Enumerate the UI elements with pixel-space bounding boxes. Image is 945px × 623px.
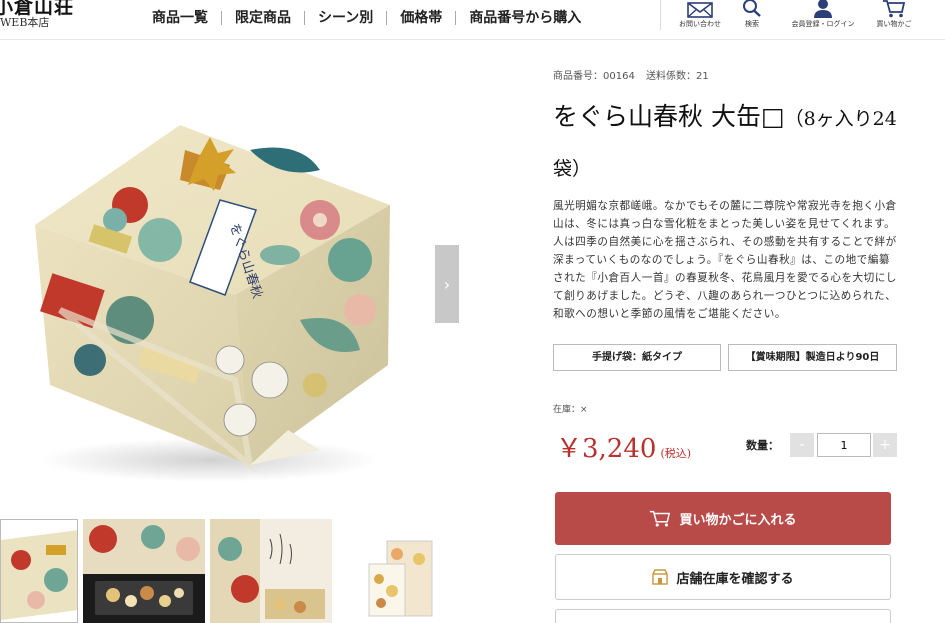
contact-button[interactable]: お問い合わせ (674, 0, 726, 29)
search-button[interactable]: 検索 (726, 0, 778, 29)
thumbnail-strip (0, 519, 464, 623)
thumbnail-4[interactable] (337, 519, 459, 623)
product-main-image[interactable]: をぐら山春秋 (20, 110, 420, 500)
login-button[interactable]: 会員登録・ログイン (778, 0, 868, 29)
chevron-right-icon: › (443, 274, 451, 294)
nav-item-limited[interactable]: 限定商品 (222, 9, 304, 27)
shipping-factor: 送料係数：21 (646, 71, 709, 82)
secondary-action-button[interactable] (555, 609, 891, 623)
product-title-main: をぐら山春秋 大缶□ (553, 102, 785, 131)
check-store-stock-label: 店舗在庫を確認する (676, 571, 794, 587)
price: ￥3,240 (税込) (556, 428, 691, 465)
product-description: 風光明媚な京都嵯峨。なかでもその麓に二尊院や常寂光寺を抱く小倉山は、冬には真っ白… (553, 200, 897, 320)
header-icons: お問い合わせ 検索 会員登録・ログイン 買い物かご (674, 0, 920, 29)
thumbnail-2[interactable] (83, 519, 205, 623)
image-next-button[interactable]: › (435, 245, 459, 323)
site-header: 小倉山荘 WEB本店 商品一覧 限定商品 シーン別 価格帯 商品番号から購入 お… (0, 0, 945, 40)
cart-label: 買い物かご (876, 20, 912, 28)
cart-button[interactable]: 買い物かご (868, 0, 920, 29)
thumbnail-3[interactable] (210, 519, 332, 623)
product-tags: 手提げ袋：紙タイプ 【賞味期限】製造日より90日 (553, 344, 897, 371)
tag-expiry: 【賞味期限】製造日より90日 (728, 344, 897, 371)
product-code: 商品番号：00164 (553, 71, 635, 82)
site-logo[interactable]: 小倉山荘 WEB本店 (0, 0, 110, 32)
product-title: をぐら山春秋 大缶□（8ヶ入り24袋） (553, 93, 913, 193)
cart-icon (883, 0, 906, 18)
header-divider (660, 0, 661, 30)
nav-item-price[interactable]: 価格帯 (387, 9, 455, 27)
nav-item-order-by-number[interactable]: 商品番号から購入 (456, 9, 594, 27)
search-icon (743, 0, 761, 17)
price-value: ￥3,240 (556, 434, 657, 464)
thumbnail-pack-image (337, 519, 459, 623)
stock-status: 在庫：× (553, 405, 588, 415)
nav-item-products[interactable]: 商品一覧 (140, 9, 221, 27)
quantity-increase-button[interactable]: + (873, 433, 897, 457)
login-label: 会員登録・ログイン (791, 20, 855, 28)
user-icon (814, 0, 832, 18)
thumbnail-box-image (1, 520, 77, 622)
check-store-stock-button[interactable]: 店舗在庫を確認する (555, 554, 891, 600)
product-meta: 商品番号：00164 送料係数：21 (553, 67, 709, 82)
add-to-cart-label: 買い物かごに入れる (679, 513, 797, 528)
price-tax-note: (税込) (660, 447, 692, 460)
main-nav: 商品一覧 限定商品 シーン別 価格帯 商品番号から購入 (140, 9, 594, 27)
cart-icon (650, 510, 671, 527)
logo-subtitle: WEB本店 (0, 16, 50, 29)
product-box-illustration: をぐら山春秋 (35, 125, 390, 482)
tag-bag-type: 手提げ袋：紙タイプ (553, 344, 721, 371)
quantity-input[interactable] (817, 433, 871, 457)
contact-label: お問い合わせ (679, 20, 721, 28)
thumbnail-1[interactable] (0, 519, 78, 623)
search-label: 検索 (745, 20, 759, 28)
thumbnail-plate-image (83, 519, 205, 623)
quantity-decrease-button[interactable]: - (790, 433, 814, 457)
add-to-cart-button[interactable]: 買い物かごに入れる (555, 492, 891, 545)
nav-item-scene[interactable]: シーン別 (305, 9, 386, 27)
store-icon (652, 569, 669, 585)
quantity-label: 数量： (746, 439, 779, 452)
mail-icon (687, 2, 713, 18)
thumbnail-scene-image (210, 519, 332, 623)
